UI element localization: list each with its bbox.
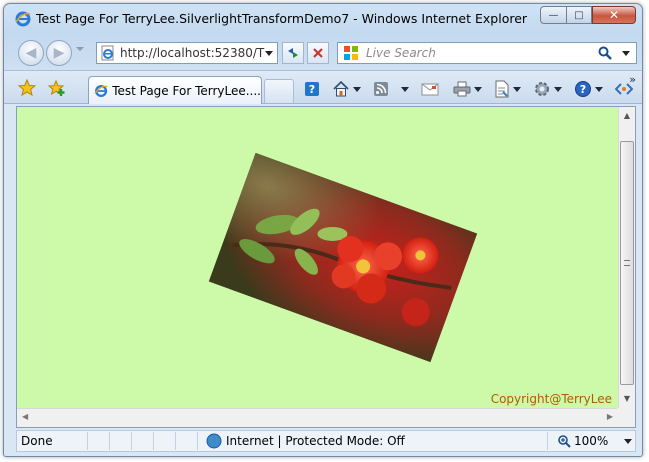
- status-segment: [87, 432, 109, 450]
- security-zone-text: Internet | Protected Mode: Off: [226, 434, 405, 448]
- status-segment: [109, 432, 131, 450]
- feeds-dropdown-icon[interactable]: [401, 86, 409, 92]
- command-bar: ? ?: [304, 77, 639, 101]
- search-options-dropdown-icon[interactable]: [622, 50, 630, 56]
- tools-gear-icon: [535, 82, 549, 96]
- tab-test-page[interactable]: Test Page For TerryLee....: [88, 76, 262, 104]
- scroll-right-arrow-icon[interactable]: ▶: [607, 412, 613, 421]
- home-button[interactable]: [332, 78, 361, 100]
- page-icon: [101, 45, 114, 61]
- refresh-icon: [288, 48, 298, 58]
- windows-live-icon: [344, 46, 358, 60]
- browser-window: Test Page For TerryLee.SilverlightTransf…: [3, 3, 643, 457]
- ie-page-icon: [94, 84, 108, 97]
- vertical-scroll-thumb[interactable]: [620, 141, 634, 385]
- tab-row: Test Page For TerryLee.... ? ? »: [4, 70, 642, 104]
- feeds-icon: [374, 82, 388, 96]
- search-input[interactable]: Live Search: [366, 46, 598, 60]
- tools-menu-button[interactable]: [533, 78, 562, 100]
- tools-dropdown-icon[interactable]: [554, 86, 562, 92]
- minimize-button[interactable]: —: [540, 6, 566, 24]
- scroll-grip-icon: [624, 260, 630, 266]
- silverlight-content: Copyright@TerryLee: [17, 107, 618, 408]
- add-to-favorites-icon[interactable]: [48, 79, 66, 97]
- svg-text:?: ?: [580, 83, 586, 96]
- zoom-level: 100%: [574, 434, 609, 448]
- close-button[interactable]: ✕: [592, 6, 636, 24]
- security-zone[interactable]: Internet | Protected Mode: Off: [197, 432, 497, 450]
- print-icon: [453, 81, 471, 97]
- copyright-text: Copyright@TerryLee: [490, 392, 612, 406]
- zoom-icon: [558, 434, 571, 448]
- home-icon: [333, 80, 349, 97]
- new-tab-button[interactable]: [264, 79, 294, 103]
- print-button[interactable]: [453, 78, 482, 100]
- scroll-down-arrow-icon[interactable]: ▼: [621, 393, 633, 405]
- stop-button[interactable]: [307, 42, 329, 64]
- scrollbar-corner: [617, 408, 635, 427]
- more-commands-chevron-icon[interactable]: »: [629, 73, 636, 86]
- window-title: Test Page For TerryLee.SilverlightTransf…: [36, 11, 528, 26]
- recent-pages-dropdown[interactable]: [76, 47, 84, 51]
- vertical-scrollbar[interactable]: ▲ ▼: [618, 107, 635, 408]
- rotated-photo: [208, 152, 478, 363]
- status-text: Done: [21, 434, 53, 448]
- help-topic-button[interactable]: ?: [304, 78, 320, 100]
- read-mail-button[interactable]: [421, 78, 439, 100]
- favorites-star-icon[interactable]: [18, 79, 36, 97]
- zoom-control[interactable]: 100%: [547, 432, 635, 450]
- status-segment: [131, 432, 153, 450]
- flower-photo-image: [208, 152, 478, 363]
- feeds-button[interactable]: [373, 78, 409, 100]
- svg-text:?: ?: [309, 83, 315, 96]
- maximize-button[interactable]: □: [566, 6, 592, 24]
- page-menu-button[interactable]: [494, 78, 521, 100]
- print-dropdown-icon[interactable]: [474, 86, 482, 92]
- ie-logo-icon: [15, 11, 31, 27]
- scroll-up-arrow-icon[interactable]: ▲: [621, 110, 633, 122]
- status-bar: Done Internet | Protected Mode: Off 100%: [16, 430, 636, 452]
- address-row: ◀ ▶ http://localhost:52380/T Live Search: [4, 36, 642, 70]
- status-segment: [175, 432, 197, 450]
- back-button[interactable]: ◀: [18, 40, 44, 66]
- forward-button[interactable]: ▶: [46, 40, 72, 66]
- home-dropdown-icon[interactable]: [353, 86, 361, 92]
- stop-icon: [313, 48, 323, 58]
- address-input[interactable]: http://localhost:52380/T: [120, 46, 265, 60]
- page-menu-icon: [495, 80, 509, 98]
- status-segment: [153, 432, 175, 450]
- help-topic-icon: ?: [305, 82, 319, 96]
- search-box[interactable]: Live Search: [337, 42, 637, 64]
- zoom-dropdown-icon[interactable]: [624, 438, 633, 444]
- page-viewport: Copyright@TerryLee ▲ ▼ ◀ ▶: [16, 106, 636, 428]
- search-icon[interactable]: [598, 46, 612, 60]
- horizontal-scrollbar[interactable]: ◀ ▶: [17, 408, 618, 427]
- help-menu-button[interactable]: ?: [574, 78, 603, 100]
- read-mail-icon: [421, 83, 439, 96]
- internet-globe-icon: [206, 433, 222, 449]
- address-bar[interactable]: http://localhost:52380/T: [96, 42, 278, 64]
- help-icon: ?: [575, 81, 591, 97]
- scroll-left-arrow-icon[interactable]: ◀: [22, 412, 28, 421]
- tab-label: Test Page For TerryLee....: [112, 83, 261, 98]
- address-dropdown-icon[interactable]: [265, 51, 273, 56]
- caption-buttons: — □ ✕: [540, 6, 636, 24]
- page-dropdown-icon[interactable]: [513, 86, 521, 92]
- help-dropdown-icon[interactable]: [595, 86, 603, 92]
- refresh-button[interactable]: [282, 42, 304, 64]
- title-bar: Test Page For TerryLee.SilverlightTransf…: [4, 4, 642, 34]
